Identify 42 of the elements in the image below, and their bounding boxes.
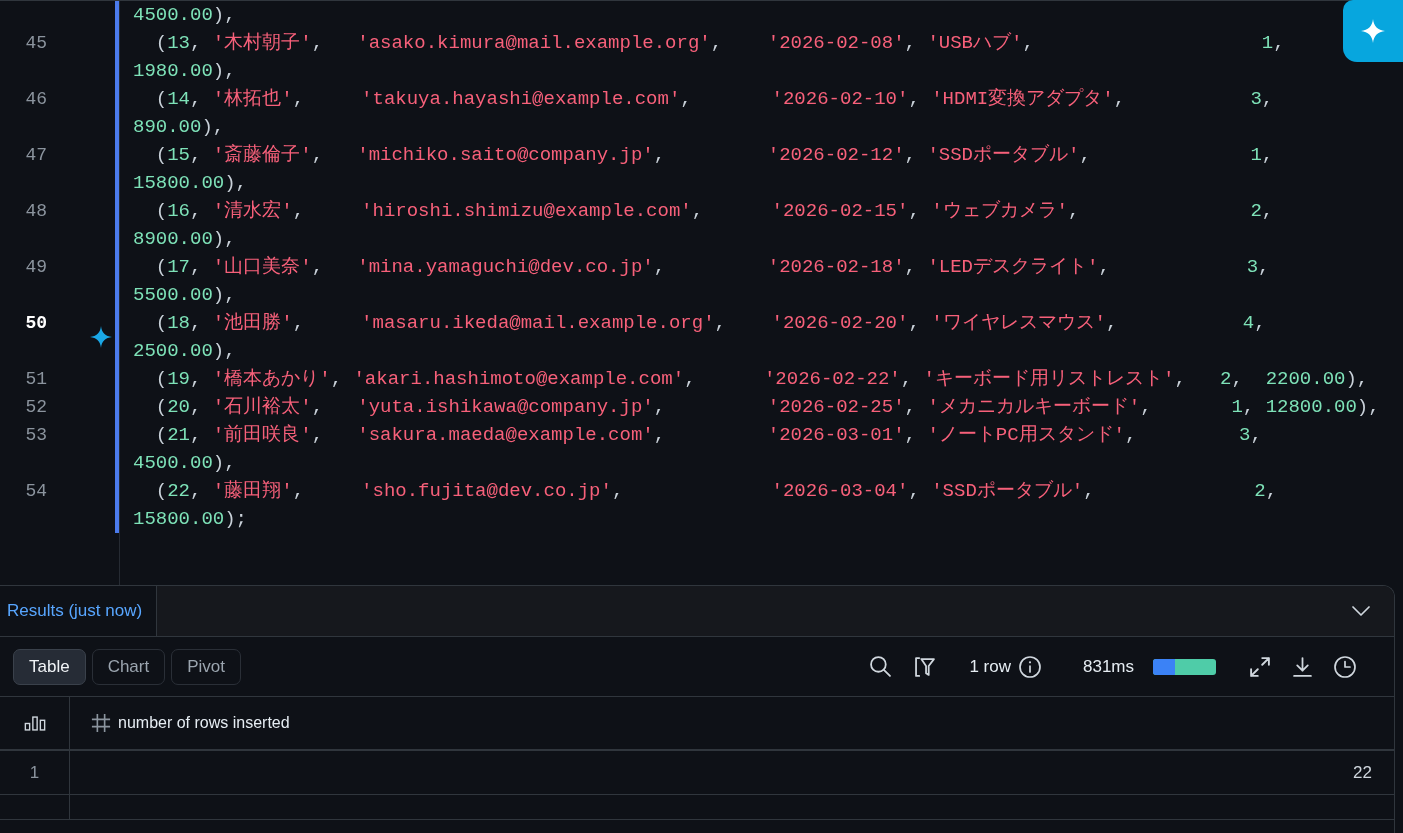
row-count: 1 row xyxy=(969,655,1011,678)
code-line: (22, '藤田翔', 'sho.fujita@dev.co.jp', '2026-03-04', 'SSDポータブル', 2, 15800.00); xyxy=(133,479,1278,532)
code-line: (21, '前田咲良', 'sakura.maeda@example.com', '2026-03-01', 'ノートPC用スタンド', 3, 4500.00), xyxy=(133,423,1262,476)
chevron-down-icon[interactable] xyxy=(1352,606,1370,616)
code-line: (15, '斎藤倫子', 'michiko.saito@company.jp', '2026-02-12', 'SSDポータブル', 1, 15800.00), xyxy=(133,143,1274,196)
download-icon[interactable] xyxy=(1293,656,1312,677)
view-tab[interactable]: Chart xyxy=(91,648,166,685)
code-line: (16, '清水宏', 'hiroshi.shimizu@example.com', '2026-02-15', 'ウェブカメラ', 2, 8900.00), xyxy=(133,199,1274,252)
search-icon[interactable] xyxy=(870,656,892,677)
line-number: 49 xyxy=(24,256,47,279)
code-line: (13, '木村朝子', 'asako.kimura@mail.example.org', '2026-02-08', 'USBハブ', 1, 1980.00), xyxy=(133,31,1285,84)
code-line: (17, '山口美奈', 'mina.yamaguchi@dev.co.jp', '2026-02-18', 'LEDデスクライト', 3, 5500.00), xyxy=(133,255,1270,308)
info-icon[interactable] xyxy=(1018,655,1041,678)
code-line: (14, '林拓也', 'takuya.hayashi@example.com', '2026-02-10', 'HDMI変換アダプタ', 3, 890.00), xyxy=(133,87,1274,140)
view-tab[interactable]: Table xyxy=(13,648,86,685)
line-number: 54 xyxy=(24,480,47,503)
sparkle-icon xyxy=(1361,19,1385,43)
filter-icon[interactable] xyxy=(915,656,936,677)
sparkle-icon[interactable] xyxy=(90,326,112,348)
bar-chart-icon[interactable] xyxy=(22,715,47,731)
line-number: 51 xyxy=(24,368,47,391)
line-number: 45 xyxy=(24,32,47,55)
hash-icon xyxy=(91,713,111,733)
code-line: (18, '池田勝', 'masaru.ikeda@mail.example.org', '2026-02-20', 'ワイヤレスマウス', 4, 2500.00), xyxy=(133,311,1266,364)
results-tab[interactable]: Results (just now) xyxy=(0,586,158,636)
line-number: 53 xyxy=(24,424,47,447)
line-number: 52 xyxy=(24,396,47,419)
code-line: (20, '石川裕太', 'yuta.ishikawa@company.jp', '2026-02-25', 'メカニカルキーボード', 1, 12800.00), xyxy=(154,395,1380,420)
line-number: 47 xyxy=(24,144,47,167)
line-number: 46 xyxy=(24,88,47,111)
assistant-button[interactable] xyxy=(1343,0,1403,62)
table-cell-text: 22 xyxy=(1353,761,1372,784)
query-duration: 831ms xyxy=(1082,655,1134,678)
clock-icon[interactable] xyxy=(1334,655,1356,678)
view-tab[interactable]: Pivot xyxy=(171,648,241,685)
line-number: 48 xyxy=(24,200,47,223)
expand-icon[interactable] xyxy=(1250,656,1270,677)
line-number: 50 xyxy=(24,312,47,335)
column-header[interactable]: number of rows inserted xyxy=(118,711,290,735)
row-number: 1 xyxy=(29,761,40,784)
code-line: 4500.00), xyxy=(133,3,236,28)
code-line: (19, '橋本あかり', 'akari.hashimoto@example.com', '2026-02-22', 'キーボード用リストレスト', 2, 2200.00), xyxy=(154,367,1369,392)
